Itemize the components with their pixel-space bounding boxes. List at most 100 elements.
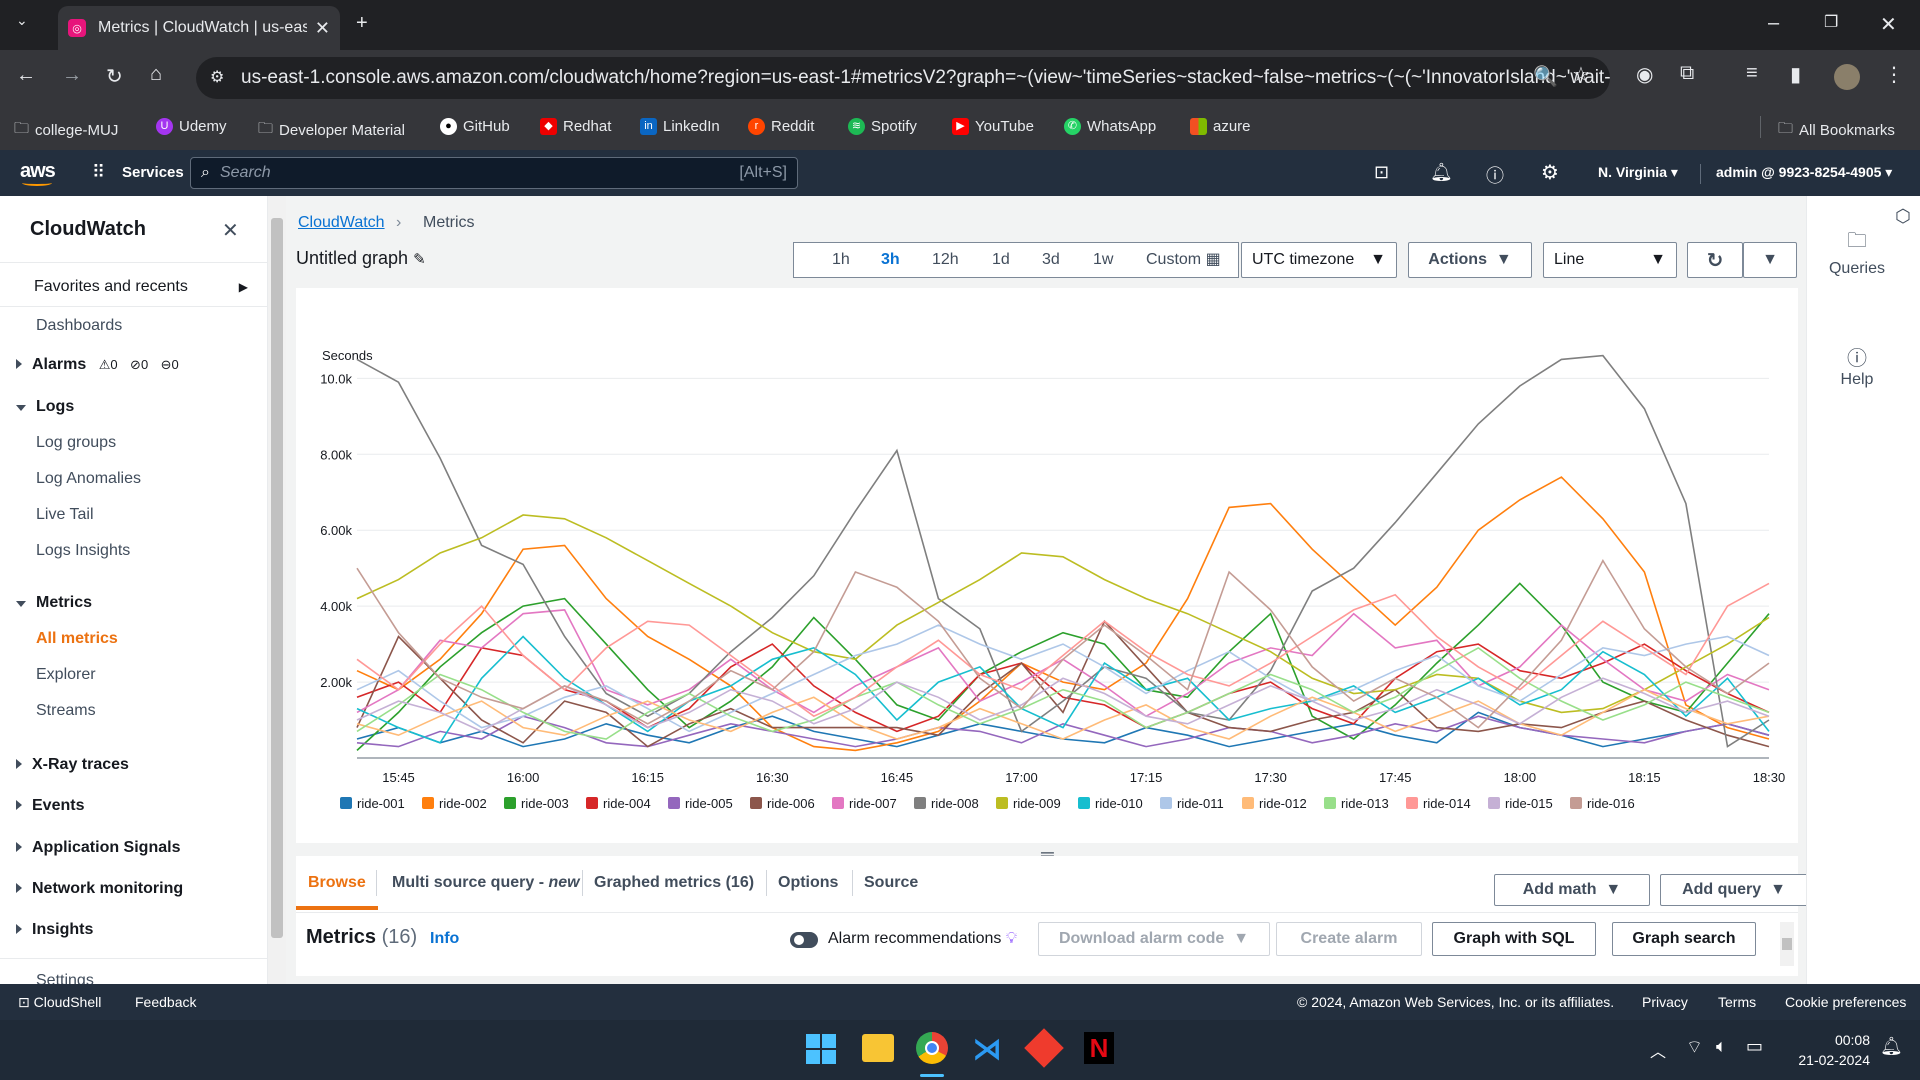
create-alarm-button[interactable]: Create alarm — [1276, 922, 1422, 956]
clock[interactable]: 00:08 21-02-2024 — [1780, 1030, 1870, 1070]
services-grid-icon[interactable]: ⠿ — [92, 162, 105, 183]
tab-browse[interactable]: Browse — [308, 874, 366, 892]
close-sidebar-icon[interactable]: ✕ — [222, 218, 239, 243]
bookmark-redhat[interactable]: ◆ Redhat — [540, 118, 611, 135]
url-field[interactable]: ⚙ us-east-1.console.aws.amazon.com/cloud… — [196, 57, 1610, 99]
graph-title[interactable]: Untitled graph ✎ — [296, 248, 426, 269]
panel-scrollbar[interactable] — [1780, 922, 1794, 966]
settings-hex-icon[interactable]: ⬡ — [1895, 206, 1911, 227]
add-math-button[interactable]: Add math ▼ — [1494, 874, 1650, 906]
feedback-link[interactable]: Feedback — [135, 994, 196, 1010]
sidebar-item-explorer[interactable]: Explorer — [36, 666, 96, 684]
range-1w[interactable]: 1w — [1093, 243, 1113, 277]
notifications-bell-icon[interactable]: 🔔︎ — [1430, 162, 1453, 183]
sidebar-item-log-anomalies[interactable]: Log Anomalies — [36, 470, 141, 488]
help-icon[interactable]: ⓘ — [1486, 162, 1504, 188]
extension-icon[interactable]: ◉ — [1636, 62, 1653, 87]
sidebar-item-insights[interactable]: Insights — [16, 921, 93, 939]
privacy-link[interactable]: Privacy — [1642, 994, 1688, 1010]
scrollbar-thumb[interactable] — [1782, 938, 1792, 950]
help-panel-button[interactable]: ⓘ Help — [1807, 342, 1907, 389]
services-menu[interactable]: Services — [122, 164, 184, 181]
download-alarm-code-button[interactable]: Download alarm code ▼ — [1038, 922, 1270, 956]
range-1d[interactable]: 1d — [992, 243, 1010, 277]
bookmark-developer-material[interactable]: 🗀 Developer Material — [258, 118, 405, 143]
bookmark-youtube[interactable]: ▶ YouTube — [952, 118, 1034, 135]
sidebar-item-logs[interactable]: Logs — [16, 398, 74, 416]
tray-chevron-up-icon[interactable]: ︿ — [1650, 1038, 1666, 1062]
cloudshell-icon[interactable]: ⊡ — [1374, 162, 1389, 183]
cloudshell-link[interactable]: ⊡ CloudShell — [18, 994, 101, 1011]
range-3d[interactable]: 3d — [1042, 243, 1060, 277]
home-icon[interactable]: ⌂ — [150, 63, 162, 86]
region-selector[interactable]: N. Virginia ▾ — [1598, 164, 1678, 181]
cookie-preferences-link[interactable]: Cookie preferences — [1785, 994, 1906, 1010]
new-tab-icon[interactable]: + — [356, 12, 368, 35]
tab-multi-source-query[interactable]: Multi source query - new — [392, 874, 580, 892]
volume-icon[interactable]: 🔈︎ — [1716, 1036, 1727, 1057]
site-info-icon[interactable]: ⚙ — [210, 67, 224, 87]
aws-search-input[interactable]: ⌕ Search [Alt+S] — [190, 157, 798, 189]
graph-type-select[interactable]: Line ▼ — [1543, 242, 1677, 278]
bookmark-azure[interactable]: azure — [1190, 118, 1251, 135]
range-custom[interactable]: Custom ▦ — [1146, 243, 1221, 277]
sidebar-item-dashboards[interactable]: Dashboards — [36, 317, 122, 335]
sidebar-item-settings[interactable]: Settings — [36, 972, 94, 984]
actions-button[interactable]: Actions ▼ — [1408, 242, 1532, 278]
extensions-puzzle-icon[interactable]: ⧉ — [1680, 62, 1694, 85]
all-bookmarks[interactable]: 🗀 All Bookmarks — [1778, 118, 1895, 143]
notification-bell-icon[interactable]: 🔔︎ — [1880, 1036, 1903, 1057]
add-query-button[interactable]: Add query ▼ — [1660, 874, 1808, 906]
sidebar-item-logs-insights[interactable]: Logs Insights — [36, 542, 130, 560]
netflix-icon[interactable]: N — [1084, 1032, 1114, 1064]
sidebar-scrollbar[interactable] — [268, 196, 286, 984]
vscode-icon[interactable]: ⋊ — [972, 1032, 1002, 1067]
profile-avatar[interactable] — [1834, 64, 1860, 90]
media-icon[interactable]: ≡ — [1746, 62, 1758, 85]
reload-icon[interactable]: ↻ — [106, 64, 123, 89]
bookmark-whatsapp[interactable]: ✆ WhatsApp — [1064, 118, 1156, 135]
sidebar-item-streams[interactable]: Streams — [36, 702, 96, 720]
edit-pencil-icon[interactable]: ✎ — [413, 251, 426, 268]
wifi-icon[interactable]: ⌔ — [1686, 1036, 1703, 1059]
tab-graphed-metrics[interactable]: Graphed metrics (16) — [594, 874, 754, 892]
bookmark-college-muj[interactable]: 🗀 college-MUJ — [14, 118, 118, 143]
close-tab-icon[interactable]: ✕ — [315, 18, 330, 39]
sidebar-item-log-groups[interactable]: Log groups — [36, 434, 116, 452]
bookmark-github[interactable]: ● GitHub — [440, 118, 510, 135]
refresh-options-button[interactable]: ▼ — [1743, 242, 1797, 278]
side-panel-icon[interactable]: ▮ — [1790, 62, 1801, 87]
windows-start-icon[interactable] — [806, 1034, 836, 1064]
graph-search-button[interactable]: Graph search — [1612, 922, 1756, 956]
settings-gear-icon[interactable]: ⚙ — [1541, 160, 1559, 185]
back-icon[interactable]: ← — [16, 64, 36, 87]
terms-link[interactable]: Terms — [1718, 994, 1756, 1010]
sidebar-item-xray-traces[interactable]: X-Ray traces — [16, 756, 129, 774]
close-window-icon[interactable]: ✕ — [1880, 12, 1897, 37]
favorites-and-recents[interactable]: Favorites and recents ▶ — [34, 270, 248, 304]
timezone-select[interactable]: UTC timezone ▼ — [1241, 242, 1397, 278]
range-3h[interactable]: 3h — [881, 243, 900, 277]
breadcrumb-cloudwatch[interactable]: CloudWatch — [298, 214, 385, 232]
sidebar-item-events[interactable]: Events — [16, 797, 84, 815]
bookmark-spotify[interactable]: ≋ Spotify — [848, 118, 917, 135]
sidebar-item-metrics[interactable]: Metrics — [16, 594, 92, 612]
scrollbar-thumb[interactable] — [271, 218, 283, 938]
bookmark-udemy[interactable]: U Udemy — [156, 118, 227, 135]
tab-search-icon[interactable]: ⌄ — [16, 12, 28, 29]
sidebar-item-alarms[interactable]: Alarms ⚠0 ⊘0 ⊖0 — [16, 356, 179, 374]
zoom-search-icon[interactable]: 🔍 — [1533, 64, 1558, 89]
graph-with-sql-button[interactable]: Graph with SQL — [1432, 922, 1596, 956]
sidebar-item-all-metrics[interactable]: All metrics — [36, 630, 118, 648]
browser-tab[interactable]: ◎ Metrics | CloudWatch | us-east- ✕ — [58, 6, 340, 50]
battery-icon[interactable]: ▭ — [1746, 1036, 1763, 1057]
sidebar-item-live-tail[interactable]: Live Tail — [36, 506, 94, 524]
refresh-button[interactable]: ↻ — [1687, 242, 1743, 278]
sidebar-item-application-signals[interactable]: Application Signals — [16, 839, 180, 857]
file-explorer-icon[interactable] — [862, 1034, 894, 1062]
bookmark-reddit[interactable]: r Reddit — [748, 118, 814, 135]
range-12h[interactable]: 12h — [932, 243, 959, 277]
tab-source[interactable]: Source — [864, 874, 918, 892]
bookmark-star-icon[interactable]: ☆ — [1572, 62, 1590, 87]
alarm-recommendations-toggle[interactable] — [790, 932, 818, 948]
